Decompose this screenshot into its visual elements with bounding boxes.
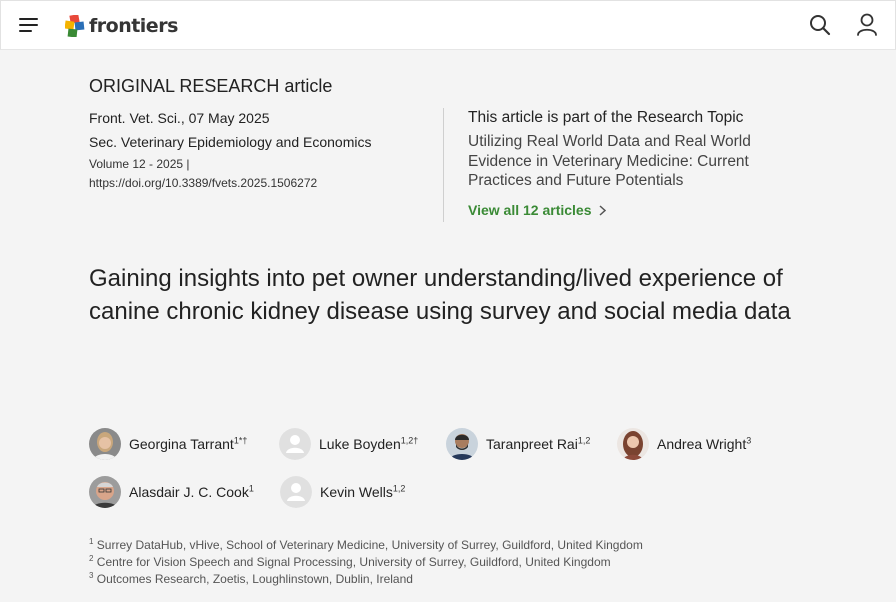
avatar-placeholder-icon <box>280 476 312 508</box>
author-georgina-tarrant[interactable]: Georgina Tarrant1*† <box>89 428 247 460</box>
frontiers-logo-mark-icon <box>64 14 85 38</box>
author-andrea-wright[interactable]: Andrea Wright3 <box>617 428 751 460</box>
brand-name: frontiers <box>89 15 178 37</box>
avatar <box>89 428 121 460</box>
volume-info: Volume 12 - 2025 | <box>89 157 190 171</box>
journal-date: Front. Vet. Sci., 07 May 2025 <box>89 110 270 126</box>
avatar <box>446 428 478 460</box>
affiliation-3: 3 Outcomes Research, Zoetis, Loughlinsto… <box>89 571 413 586</box>
affiliation-text: Outcomes Research, Zoetis, Loughlinstown… <box>96 572 413 586</box>
research-topic-title[interactable]: Utilizing Real World Data and Real World… <box>468 132 788 191</box>
doi-link[interactable]: https://doi.org/10.3389/fvets.2025.15062… <box>89 176 317 190</box>
view-all-articles-link[interactable]: View all 12 articles <box>468 202 606 218</box>
author-name: Taranpreet Rai <box>486 436 578 452</box>
affiliation-text: Centre for Vision Speech and Signal Proc… <box>96 555 611 569</box>
vertical-divider <box>443 108 444 222</box>
article-title: Gaining insights into pet owner understa… <box>89 265 791 325</box>
article-section[interactable]: Sec. Veterinary Epidemiology and Economi… <box>89 134 371 150</box>
chevron-right-icon <box>598 204 606 216</box>
affiliation-number: 2 <box>89 554 94 563</box>
view-all-articles-label: View all 12 articles <box>468 202 592 218</box>
avatar <box>89 476 121 508</box>
author-alasdair-cook[interactable]: Alasdair J. C. Cook1 <box>89 476 254 508</box>
author-affiliation-sup: 1 <box>248 483 254 494</box>
author-affiliation-sup: 1,2 <box>392 483 406 494</box>
top-navigation-bar: frontiers <box>0 0 896 50</box>
author-affiliation-sup: 1,2† <box>400 435 419 446</box>
author-name: Kevin Wells <box>320 484 393 500</box>
affiliation-1: 1 Surrey DataHub, vHive, School of Veter… <box>89 537 643 552</box>
author-affiliation-sup: 1*† <box>233 435 248 446</box>
author-name: Georgina Tarrant <box>129 436 234 452</box>
affiliation-number: 3 <box>89 571 94 580</box>
author-affiliation-sup: 3 <box>746 435 752 446</box>
affiliation-2: 2 Centre for Vision Speech and Signal Pr… <box>89 554 611 569</box>
author-name: Alasdair J. C. Cook <box>129 484 249 500</box>
avatar <box>617 428 649 460</box>
author-taranpreet-rai[interactable]: Taranpreet Rai1,2 <box>446 428 590 460</box>
author-kevin-wells[interactable]: Kevin Wells1,2 <box>280 476 405 508</box>
research-topic-heading: This article is part of the Research Top… <box>468 109 744 126</box>
frontiers-logo[interactable]: frontiers <box>64 14 178 38</box>
author-name: Andrea Wright <box>657 436 747 452</box>
search-icon[interactable] <box>809 14 831 36</box>
author-name: Luke Boyden <box>319 436 401 452</box>
author-affiliation-sup: 1,2 <box>577 435 591 446</box>
article-type: ORIGINAL RESEARCH article <box>89 76 333 96</box>
avatar-placeholder-icon <box>279 428 311 460</box>
author-luke-boyden[interactable]: Luke Boyden1,2† <box>279 428 418 460</box>
affiliation-text: Surrey DataHub, vHive, School of Veterin… <box>96 538 643 552</box>
affiliation-number: 1 <box>89 537 94 546</box>
user-icon[interactable] <box>856 13 878 37</box>
menu-icon[interactable] <box>19 15 41 35</box>
